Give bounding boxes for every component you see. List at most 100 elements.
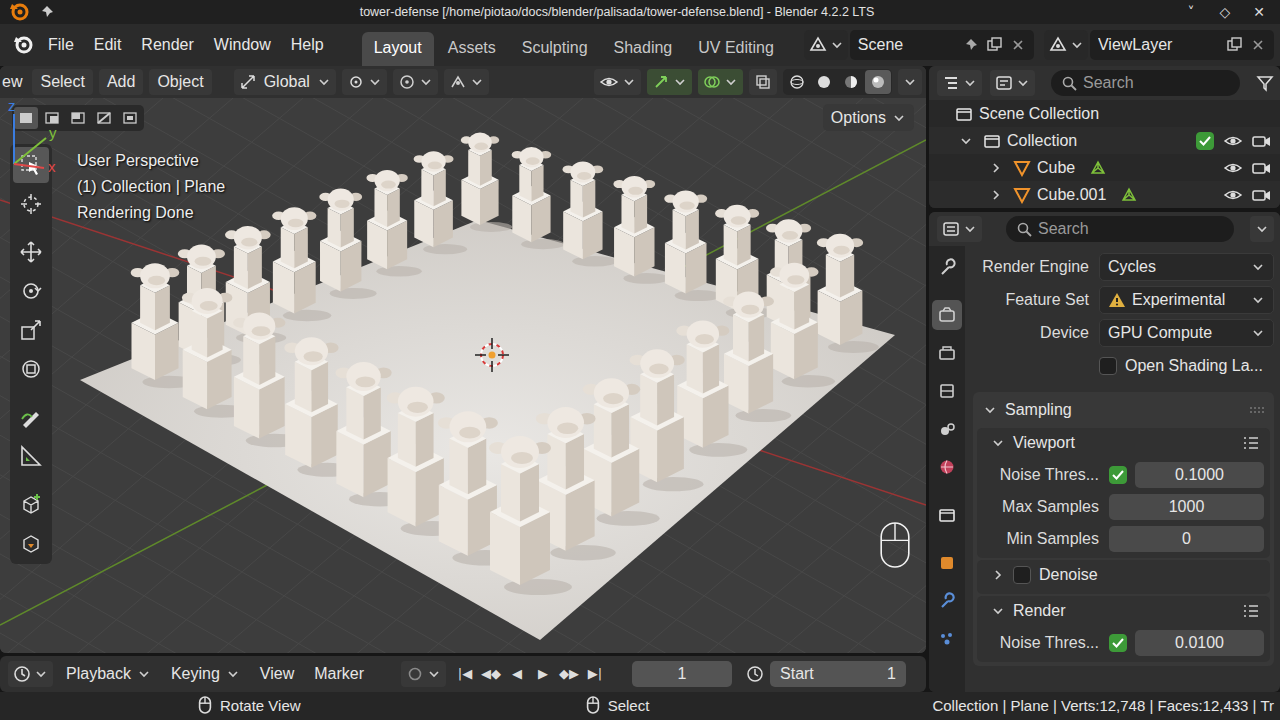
presets-icon[interactable]	[1242, 435, 1260, 451]
enable-checkbox[interactable]	[1109, 466, 1127, 484]
rotate-tool[interactable]	[13, 273, 49, 309]
tower[interactable]	[770, 263, 835, 388]
transform-tool[interactable]	[13, 351, 49, 387]
workspace-tab[interactable]: Assets	[436, 32, 508, 66]
scene-field[interactable]: Scene	[850, 30, 1034, 60]
tower[interactable]	[414, 151, 467, 254]
cursor-tool[interactable]	[13, 186, 49, 222]
playback-button[interactable]: ◀◆	[478, 661, 504, 687]
tower[interactable]	[563, 162, 617, 267]
viewport-menu[interactable]: ew	[2, 69, 26, 94]
view-layer-field[interactable]: ViewLayer	[1090, 30, 1274, 60]
auto-keying-toggle[interactable]	[401, 661, 446, 687]
expand-toggle[interactable]	[985, 157, 1007, 179]
orientation-dropdown[interactable]: Global	[234, 69, 336, 95]
outliner-row[interactable]: Collection	[929, 127, 1280, 154]
tower[interactable]	[613, 176, 669, 284]
tower[interactable]	[178, 245, 241, 366]
duplicate-icon[interactable]	[1226, 36, 1244, 54]
eye-icon[interactable]	[1222, 130, 1244, 152]
measure-tool[interactable]	[13, 438, 49, 474]
presets-icon[interactable]	[1242, 603, 1260, 619]
tower[interactable]	[817, 234, 879, 353]
collection-tab[interactable]	[932, 500, 962, 530]
tower[interactable]	[715, 205, 774, 319]
extrude-tool[interactable]	[13, 525, 49, 561]
timeline-menu[interactable]: Marker	[307, 660, 371, 687]
outliner-row[interactable]: Cube	[929, 154, 1280, 181]
playback-button[interactable]: ▶	[530, 661, 556, 687]
world-tab[interactable]	[932, 452, 962, 482]
move-tool[interactable]	[13, 234, 49, 270]
tower[interactable]	[489, 436, 572, 595]
eye-icon[interactable]	[1222, 184, 1244, 206]
menu-item[interactable]: Window	[206, 31, 279, 58]
select-mode-button[interactable]	[92, 107, 116, 129]
tower[interactable]	[723, 292, 791, 423]
viewport-canvas[interactable]: OptionsUser Perspective(1) Collection | …	[0, 98, 926, 653]
scene-browse-button[interactable]	[804, 30, 848, 60]
tower[interactable]	[512, 147, 565, 249]
current-frame-field[interactable]: 1	[632, 661, 732, 687]
start-frame-field[interactable]: Start1	[770, 661, 906, 687]
modifiers-tab[interactable]	[932, 586, 962, 616]
annotate-tool[interactable]	[13, 399, 49, 435]
scene-tab[interactable]	[932, 414, 962, 444]
property-dropdown[interactable]: Experimental	[1099, 286, 1274, 314]
clock-icon[interactable]	[746, 665, 764, 683]
pin-icon[interactable]	[964, 37, 980, 53]
object-tab[interactable]	[932, 548, 962, 578]
window-control-button[interactable]: ✕	[1246, 4, 1272, 21]
outliner-search-input[interactable]	[1083, 73, 1230, 92]
drag-handle-icon[interactable]	[1248, 404, 1266, 416]
timeline-menu[interactable]: Keying	[164, 660, 247, 687]
overlay-toggle[interactable]	[698, 69, 743, 95]
expand-toggle[interactable]	[991, 604, 1005, 618]
options-button[interactable]: Options	[823, 104, 914, 131]
3d-cursor[interactable]	[475, 338, 509, 372]
select-mode-button[interactable]	[14, 107, 38, 129]
outliner-row[interactable]: Cube.001	[929, 181, 1280, 208]
view-layer-tab[interactable]	[932, 376, 962, 406]
filter-icon[interactable]	[1256, 74, 1274, 92]
add-cube-tool[interactable]	[13, 486, 49, 522]
expand-toggle[interactable]	[991, 568, 1005, 582]
particles-tab[interactable]	[932, 624, 962, 654]
number-field[interactable]: 0.1000	[1135, 462, 1264, 488]
subpanel-checkbox[interactable]	[1013, 566, 1031, 584]
number-field[interactable]: 0	[1109, 526, 1264, 552]
window-control-button[interactable]: ˅	[1178, 4, 1204, 21]
render-tab[interactable]	[932, 300, 962, 330]
wireframe-shading-button[interactable]	[784, 70, 810, 94]
tower[interactable]	[676, 320, 747, 456]
camera-icon[interactable]	[1250, 130, 1272, 152]
subpanel-header[interactable]: Viewport	[983, 428, 1264, 458]
editor-type-button[interactable]	[937, 216, 982, 242]
expand-toggle[interactable]	[985, 184, 1007, 206]
checkbox-option[interactable]: Open Shading La...	[1099, 356, 1263, 375]
option-checkbox[interactable]	[1099, 357, 1117, 375]
tower[interactable]	[366, 170, 421, 277]
tool-tab[interactable]	[932, 252, 962, 282]
playback-button[interactable]: |◀	[452, 661, 478, 687]
tower[interactable]	[461, 133, 512, 232]
menu-item[interactable]: Edit	[86, 31, 130, 58]
tower[interactable]	[766, 219, 826, 335]
exclude-checkbox[interactable]	[1196, 132, 1214, 150]
pivot-dropdown[interactable]	[342, 69, 387, 95]
tower[interactable]	[225, 226, 286, 344]
number-field[interactable]: 0.0100	[1135, 630, 1264, 656]
expand-toggle[interactable]	[955, 130, 977, 152]
editor-type-button[interactable]	[937, 70, 982, 96]
output-tab[interactable]	[932, 338, 962, 368]
menu-item[interactable]: Help	[283, 31, 332, 58]
workspace-tab[interactable]: Layout	[362, 32, 434, 66]
playback-button[interactable]: ◀	[504, 661, 530, 687]
camera-icon[interactable]	[1250, 184, 1272, 206]
camera-icon[interactable]	[1250, 157, 1272, 179]
tower[interactable]	[630, 349, 704, 491]
properties-search-input[interactable]	[1038, 219, 1224, 238]
playback-button[interactable]: ◆▶	[556, 661, 582, 687]
navigation-gizmo[interactable]: zyx	[0, 98, 64, 178]
proportional-edit-toggle[interactable]	[444, 69, 489, 95]
